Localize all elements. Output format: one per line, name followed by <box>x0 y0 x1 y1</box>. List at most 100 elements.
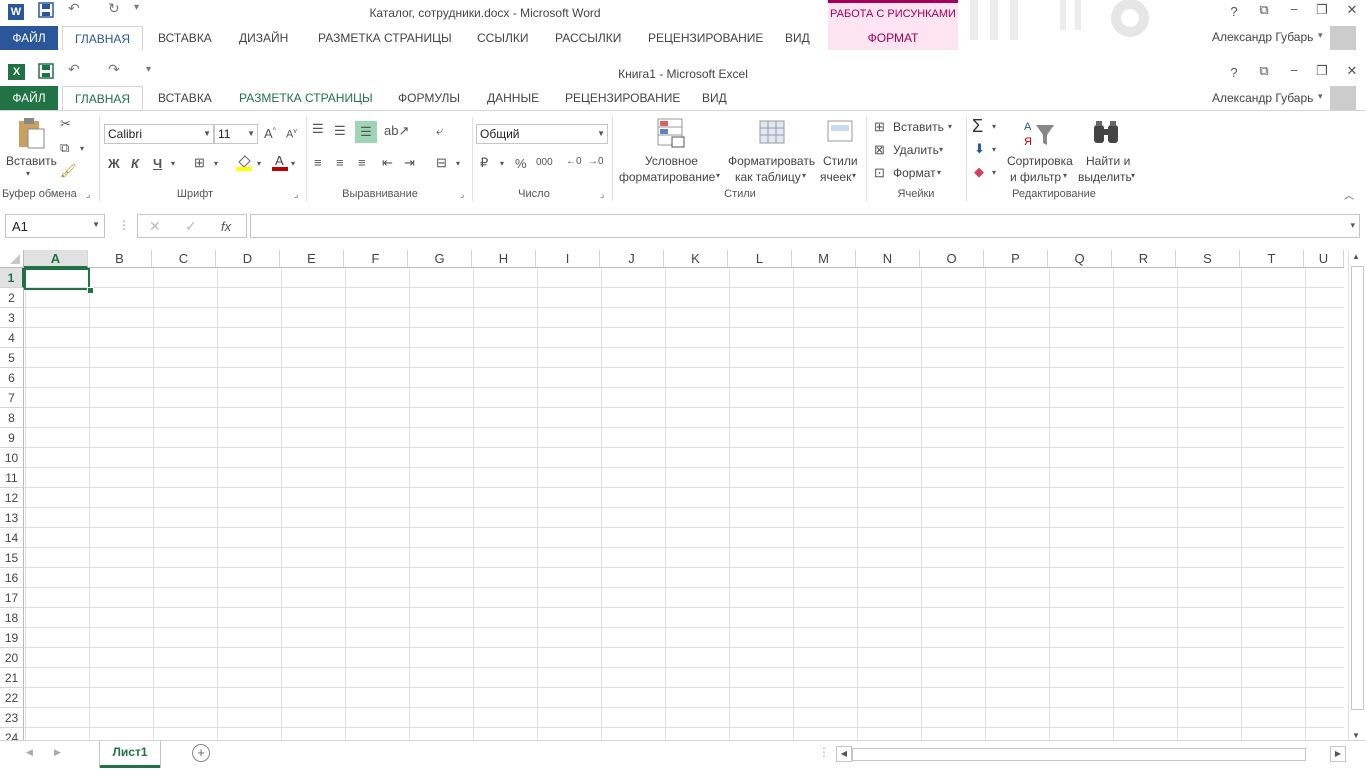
bold-button[interactable]: Ж <box>108 156 120 171</box>
alignment-launcher-icon[interactable]: ⌟ <box>460 189 464 200</box>
cell-styles-label-2[interactable]: ячеек <box>820 170 851 184</box>
word-tab-design[interactable]: ДИЗАЙН <box>239 26 288 50</box>
column-header-a[interactable]: A <box>24 250 88 268</box>
percent-button[interactable]: % <box>515 156 527 171</box>
cell-styles-icon[interactable] <box>826 117 856 149</box>
column-header-k[interactable]: K <box>664 250 728 268</box>
copy-icon[interactable]: ⧉ <box>60 140 69 156</box>
excel-help-button[interactable]: ? <box>1224 65 1244 80</box>
merge-center-icon[interactable]: ⊟ <box>436 155 447 171</box>
formula-bar-grip-icon[interactable]: ⋮ <box>118 218 130 232</box>
excel-minimize-icon[interactable]: − <box>1284 63 1304 78</box>
scroll-up-icon[interactable]: ▲ <box>1352 252 1360 261</box>
row-header-14[interactable]: 14 <box>0 528 24 548</box>
row-header-4[interactable]: 4 <box>0 328 24 348</box>
font-name-dropdown-icon[interactable]: ▼ <box>203 125 211 143</box>
row-header-2[interactable]: 2 <box>0 288 24 308</box>
font-color-icon[interactable]: A <box>272 153 288 174</box>
excel-user-name[interactable]: Александр Губарь <box>1212 91 1313 105</box>
excel-avatar[interactable] <box>1330 86 1356 110</box>
excel-tab-page-layout[interactable]: РАЗМЕТКА СТРАНИЦЫ <box>239 86 373 110</box>
format-as-table-label-1[interactable]: Форматировать <box>728 154 815 168</box>
conditional-formatting-label-2[interactable]: форматирование <box>619 170 715 184</box>
row-header-13[interactable]: 13 <box>0 508 24 528</box>
row-header-17[interactable]: 17 <box>0 588 24 608</box>
format-cells-icon[interactable]: ⊡ <box>874 165 885 181</box>
fill-color-icon[interactable] <box>236 153 252 174</box>
word-user-menu-icon[interactable]: ▾ <box>1318 30 1323 41</box>
align-top-icon[interactable]: ☰ <box>312 121 324 137</box>
column-header-s[interactable]: S <box>1176 250 1240 268</box>
word-file-tab[interactable]: ФАЙЛ <box>0 26 58 50</box>
column-header-l[interactable]: L <box>728 250 792 268</box>
row-header-15[interactable]: 15 <box>0 548 24 568</box>
word-tab-format[interactable]: ФОРМАТ <box>828 26 958 50</box>
excel-tab-home[interactable]: ГЛАВНАЯ <box>62 86 144 110</box>
row-header-16[interactable]: 16 <box>0 568 24 588</box>
scroll-left-icon[interactable]: ◀ <box>836 746 852 762</box>
row-header-22[interactable]: 22 <box>0 688 24 708</box>
conditional-formatting-dropdown-icon[interactable]: ▾ <box>716 171 720 180</box>
column-header-i[interactable]: I <box>536 250 600 268</box>
align-bottom-icon[interactable]: ☰ <box>355 121 377 143</box>
formula-input[interactable]: ▾ <box>250 214 1360 238</box>
column-header-q[interactable]: Q <box>1048 250 1112 268</box>
column-header-r[interactable]: R <box>1112 250 1176 268</box>
new-sheet-icon[interactable]: + <box>192 744 210 762</box>
borders-dropdown-icon[interactable]: ▾ <box>214 159 218 168</box>
font-launcher-icon[interactable]: ⌟ <box>294 189 298 200</box>
increase-decimal-icon[interactable]: ←0 <box>566 156 582 167</box>
delete-cells-dropdown-icon[interactable]: ▾ <box>939 145 943 154</box>
word-close-icon[interactable]: ✕ <box>1342 2 1362 18</box>
row-header-11[interactable]: 11 <box>0 468 24 488</box>
fill-color-dropdown-icon[interactable]: ▾ <box>257 159 261 168</box>
excel-ribbon-display-icon[interactable]: ⧉ <box>1254 63 1274 79</box>
row-header-20[interactable]: 20 <box>0 648 24 668</box>
sort-filter-dropdown-icon[interactable]: ▾ <box>1063 171 1067 180</box>
copy-dropdown-icon[interactable]: ▾ <box>80 144 84 153</box>
sort-filter-label-2[interactable]: и фильтр <box>1010 170 1061 184</box>
find-select-label-2[interactable]: выделить <box>1078 170 1132 184</box>
word-tab-review[interactable]: РЕЦЕНЗИРОВАНИЕ <box>648 26 763 50</box>
currency-dropdown-icon[interactable]: ▾ <box>500 159 504 168</box>
format-cells-button[interactable]: Формат <box>893 166 936 180</box>
borders-icon[interactable]: ⊞ <box>194 155 205 171</box>
excel-restore-icon[interactable]: ❐ <box>1312 63 1332 79</box>
decrease-indent-icon[interactable]: ⇤ <box>382 155 393 171</box>
word-tab-page-layout[interactable]: РАЗМЕТКА СТРАНИЦЫ <box>318 26 452 50</box>
fill-icon[interactable]: ⬇ <box>974 141 985 157</box>
align-left-icon[interactable]: ≡ <box>314 155 322 170</box>
autosum-dropdown-icon[interactable]: ▾ <box>992 122 996 131</box>
format-cells-dropdown-icon[interactable]: ▾ <box>937 168 941 177</box>
scroll-right-icon[interactable]: ▶ <box>1330 746 1346 762</box>
clipboard-launcher-icon[interactable]: ⌟ <box>86 189 90 200</box>
decrease-font-icon[interactable]: Av <box>286 128 297 141</box>
active-cell[interactable] <box>24 268 90 290</box>
row-header-23[interactable]: 23 <box>0 708 24 728</box>
align-right-icon[interactable]: ≡ <box>358 155 366 170</box>
column-header-f[interactable]: F <box>344 250 408 268</box>
delete-cells-button[interactable]: Удалить <box>893 143 939 157</box>
row-header-18[interactable]: 18 <box>0 608 24 628</box>
increase-font-icon[interactable]: A^ <box>264 126 276 141</box>
fill-dropdown-icon[interactable]: ▾ <box>992 145 996 154</box>
cell-styles-label-1[interactable]: Стили <box>823 154 858 168</box>
row-header-19[interactable]: 19 <box>0 628 24 648</box>
row-header-12[interactable]: 12 <box>0 488 24 508</box>
column-header-o[interactable]: O <box>920 250 984 268</box>
align-center-icon[interactable]: ≡ <box>336 155 344 170</box>
word-ribbon-display-icon[interactable]: ⧉ <box>1254 2 1274 18</box>
find-select-dropdown-icon[interactable]: ▾ <box>1131 171 1135 180</box>
word-tab-view[interactable]: ВИД <box>785 26 810 50</box>
paste-dropdown-icon[interactable]: ▾ <box>26 169 30 178</box>
orientation-icon[interactable]: ab↗ <box>384 123 409 139</box>
clear-icon[interactable]: ◆ <box>974 164 984 180</box>
find-select-icon[interactable] <box>1092 119 1122 147</box>
column-header-t[interactable]: T <box>1240 250 1304 268</box>
currency-icon[interactable]: ₽ <box>480 155 488 171</box>
row-header-6[interactable]: 6 <box>0 368 24 388</box>
row-header-9[interactable]: 9 <box>0 428 24 448</box>
underline-button[interactable]: Ч <box>153 156 162 171</box>
sheet-scroll-left-icon[interactable]: ◀ <box>26 747 33 758</box>
column-header-n[interactable]: N <box>856 250 920 268</box>
